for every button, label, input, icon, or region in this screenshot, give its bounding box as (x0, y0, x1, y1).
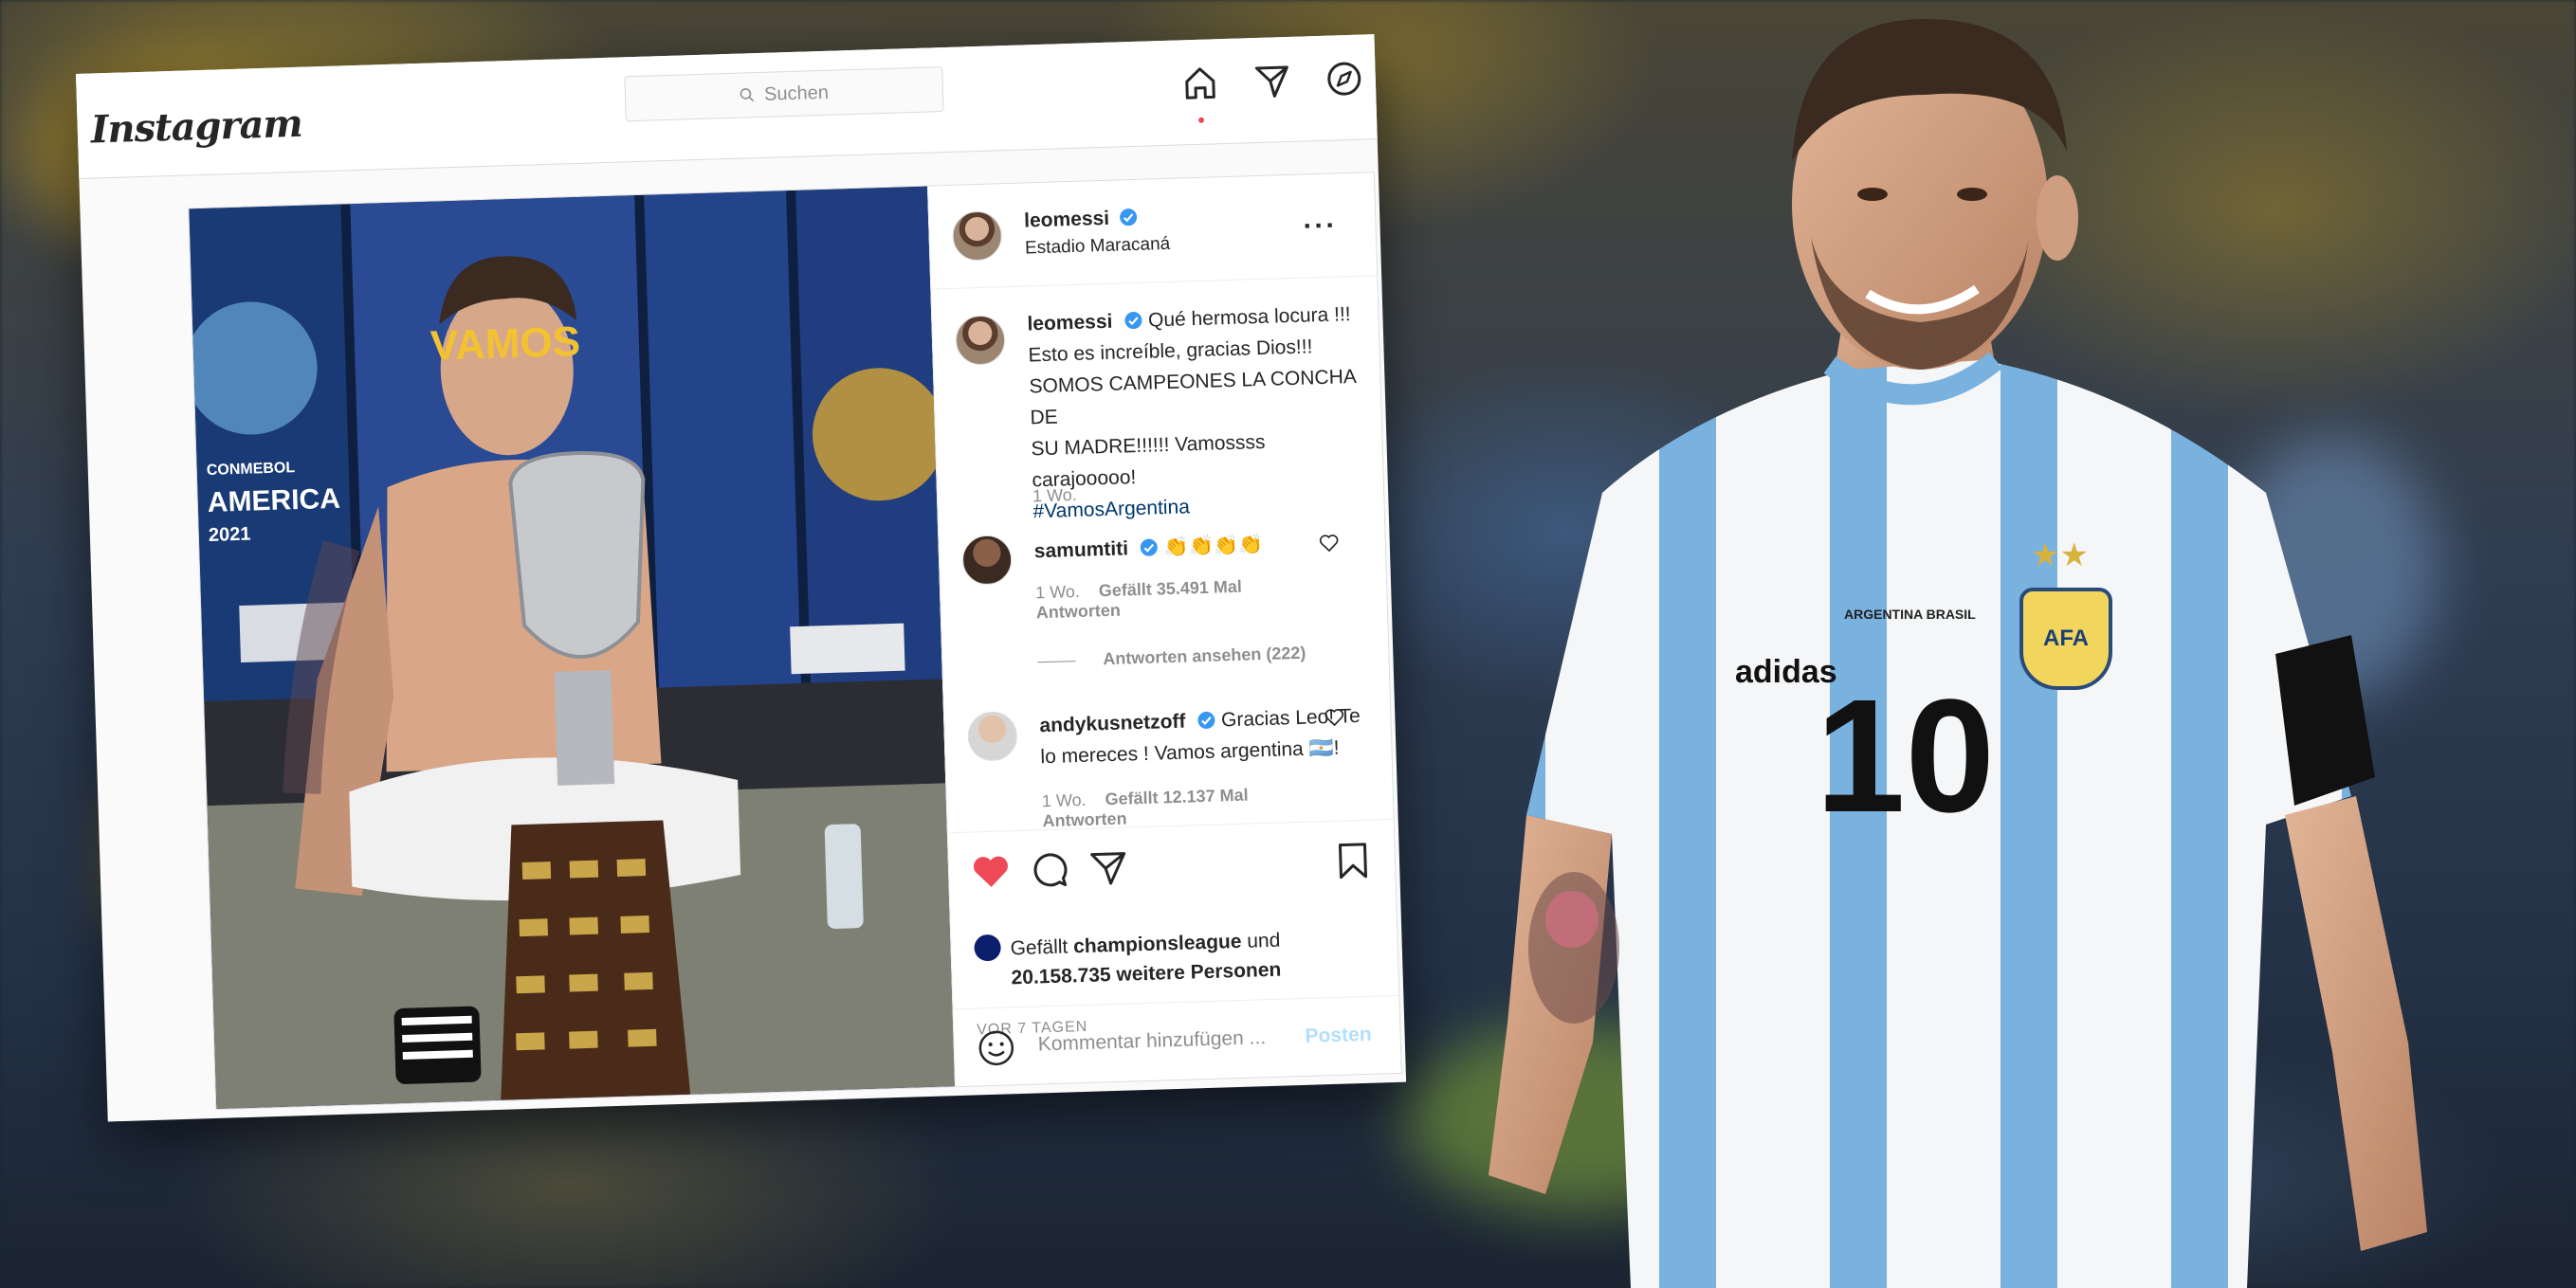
heart-icon[interactable] (969, 850, 1012, 893)
post-header: leomessi Estadio Maracaná ··· (928, 172, 1378, 290)
add-comment-bar: Kommentar hinzufügen ... Posten (953, 994, 1401, 1088)
share-icon[interactable] (1087, 846, 1129, 889)
comment-icon[interactable] (1028, 848, 1070, 891)
comment-text: lo mereces ! Vamos argentina 🇦🇷! (1040, 736, 1340, 769)
champion-stars: ★★ (2031, 537, 2089, 573)
caption-avatar[interactable] (955, 315, 1006, 366)
comment-text: 👏👏👏👏 (1163, 533, 1264, 559)
liked-by-others[interactable]: 20.158.735 weitere Personen (1011, 959, 1281, 989)
comment-age: 1 Wo. (1041, 789, 1087, 811)
comment-username[interactable]: andykusnetzoff (1039, 711, 1186, 737)
caption-line: Esto es increíble, gracias Dios!!! (1028, 336, 1313, 367)
comment-avatar[interactable] (967, 711, 1018, 762)
replies-divider (1037, 660, 1076, 663)
like-comment-heart-icon[interactable] (1324, 706, 1345, 728)
comment-likes[interactable]: Gefällt 35.491 Mal (1099, 577, 1243, 601)
match-details: ARGENTINA BRASIL (1844, 607, 1976, 622)
comment-likes[interactable]: Gefällt 12.137 Mal (1105, 786, 1249, 809)
home-icon (1185, 67, 1215, 100)
caption-line: Qué hermosa locura !!! (1147, 303, 1351, 332)
direct-icon (1254, 65, 1288, 98)
post-photo[interactable]: VAMOS CONMEBOL AMERICA 2021 (189, 186, 956, 1109)
author-avatar[interactable] (951, 210, 1003, 262)
direct-button[interactable] (1252, 62, 1291, 100)
instagram-logo[interactable]: Instagram (90, 101, 302, 153)
post-card: VAMOS CONMEBOL AMERICA 2021 leomessi Est… (188, 172, 1402, 1111)
comment-age: 1 Wo. (1034, 581, 1081, 603)
post-sidebar: leomessi Estadio Maracaná ··· leomessi Q… (927, 172, 1401, 1088)
caption-line: SOMOS CAMPEONES LA CONCHA DE (1029, 365, 1356, 429)
view-replies[interactable]: Antworten ansehen (222) (1037, 644, 1306, 672)
comments-panel[interactable]: leomessi Qué hermosa locura !!! Esto es … (931, 275, 1393, 832)
comment-item: samumtiti 👏👏👏👏 (1033, 529, 1264, 567)
comment-username[interactable]: samumtiti (1034, 537, 1129, 562)
reply-button[interactable]: Antworten (1036, 601, 1122, 623)
liked-by-and: und (1246, 929, 1281, 952)
comment-avatar[interactable] (961, 535, 1013, 586)
like-comment-heart-icon[interactable] (1318, 533, 1340, 554)
verified-badge-icon (1140, 538, 1158, 556)
home-button[interactable] (1180, 63, 1219, 123)
banner-text: VAMOS (429, 317, 581, 370)
liked-by-user[interactable]: championsleague (1073, 931, 1242, 957)
explore-button[interactable] (1325, 60, 1363, 99)
view-replies-label: Antworten ansehen (222) (1103, 643, 1306, 669)
championsleague-avatar[interactable] (974, 934, 1002, 962)
more-options-icon[interactable]: ··· (1303, 209, 1338, 243)
comment-meta: 1 Wo. Gefällt 35.491 Mal Antworten (1035, 577, 1243, 624)
post-location[interactable]: Estadio Maracaná (1025, 234, 1171, 260)
caption-username[interactable]: leomessi (1027, 311, 1113, 336)
verified-badge-icon (1124, 312, 1142, 330)
verified-badge-icon (1120, 209, 1138, 227)
comment-item: andykusnetzoff Gracias Leo! Te lo merece… (1039, 700, 1373, 773)
author-username[interactable]: leomessi (1024, 208, 1110, 232)
verified-badge-icon (1197, 711, 1215, 729)
search-placeholder: Suchen (763, 82, 830, 105)
instagram-window: Instagram Suchen VAMOS CONMEBOL AMERICA … (76, 34, 1407, 1122)
post-actions: Gefällt championsleague und 20.158.735 w… (947, 818, 1401, 1088)
liked-by-prefix: Gefällt (1010, 935, 1069, 960)
player-figure: adidas 10 ARGENTINA BRASIL AFA ★★ (1451, 0, 2522, 1288)
search-icon (740, 88, 755, 102)
liked-by: Gefällt championsleague und 20.158.735 w… (974, 926, 1282, 994)
home-active-dot (1197, 117, 1205, 123)
emoji-icon[interactable] (977, 1028, 1015, 1067)
explore-icon (1327, 62, 1361, 96)
afa-crest: AFA (2019, 588, 2112, 690)
bookmark-icon[interactable] (1331, 840, 1374, 882)
search-input[interactable]: Suchen (624, 66, 944, 122)
comment-input[interactable]: Kommentar hinzufügen ... (1037, 1026, 1266, 1056)
caption-age: 1 Wo. (1032, 484, 1078, 506)
caption-line: SU MADRE!!!!!! Vamossss carajooooo! (1031, 430, 1266, 492)
post-comment-button[interactable]: Posten (1305, 1024, 1372, 1048)
caption: leomessi Qué hermosa locura !!! Esto es … (1027, 298, 1375, 527)
copa-america-text: CONMEBOL AMERICA 2021 (206, 460, 341, 546)
jersey-number: 10 (1816, 666, 1996, 846)
top-nav (1180, 60, 1363, 123)
